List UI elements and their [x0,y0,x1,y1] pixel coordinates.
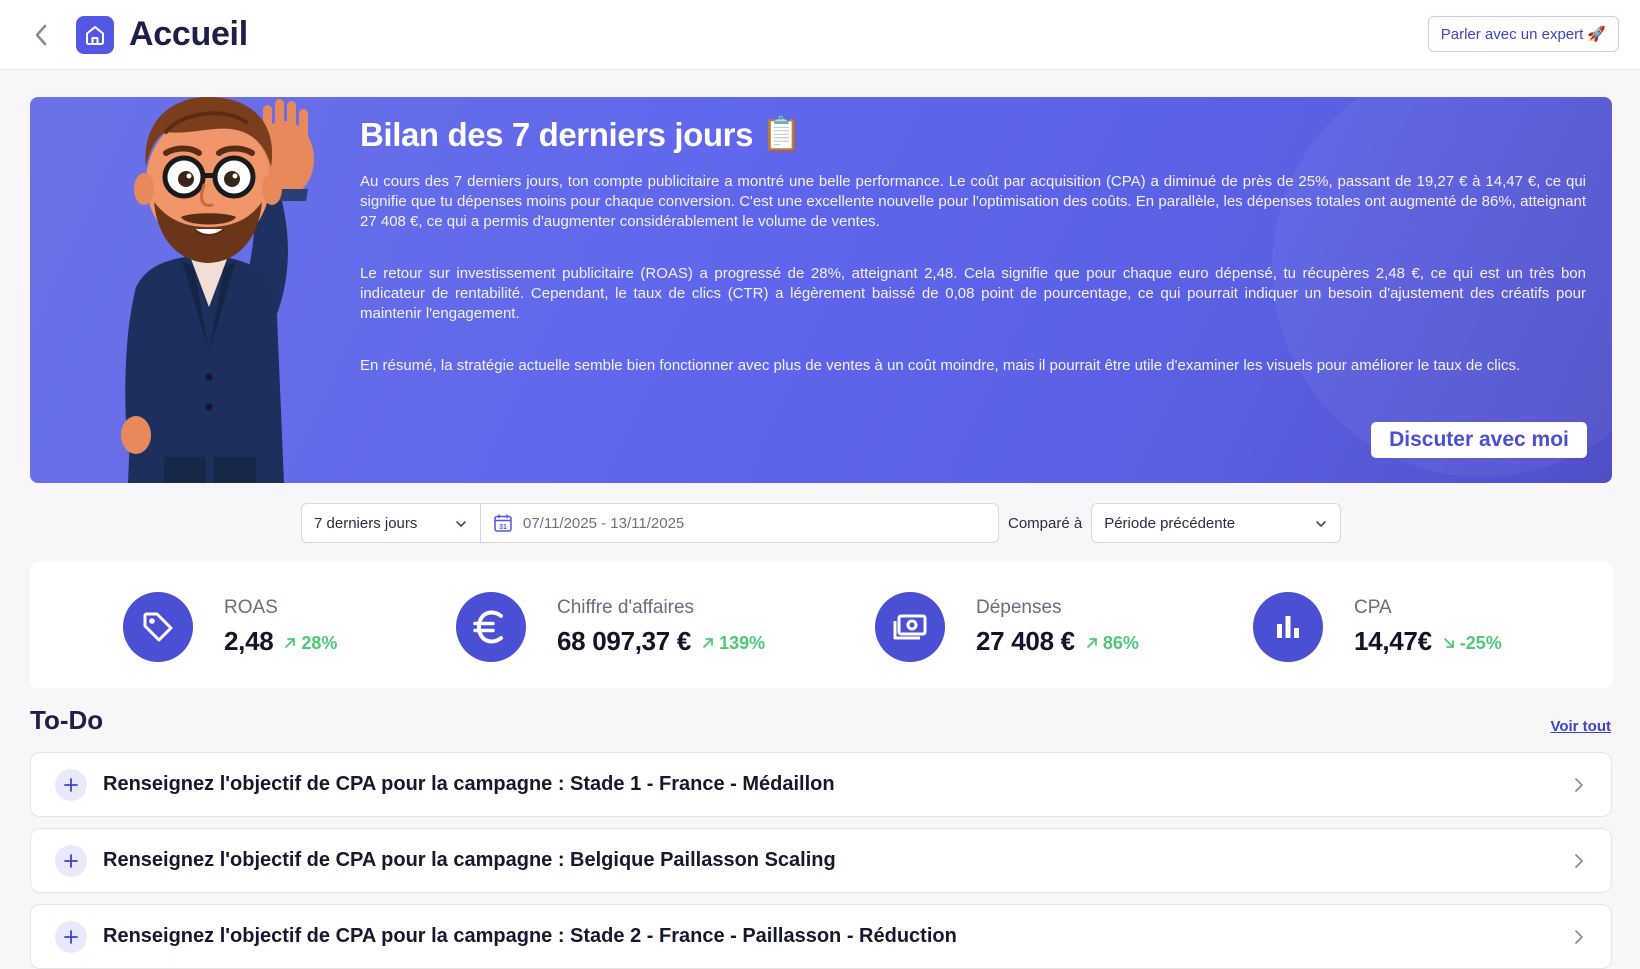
chevron-left-icon [35,24,47,45]
todo-item-text: Renseignez l'objectif de CPA pour la cam… [103,849,836,871]
arrow-up-right-icon [1086,638,1097,648]
summary-paragraph: Le retour sur investissement publicitair… [360,265,1586,322]
bar-chart-icon [1253,592,1323,662]
period-select-value: 7 derniers jours [314,514,418,532]
date-range-input[interactable]: 31 07/11/2025 - 13/11/2025 [481,503,999,543]
compare-select-value: Période précédente [1104,514,1236,532]
kpi-delta: -25% [1442,633,1502,654]
money-icon [875,592,945,662]
tag-icon [123,592,193,662]
kpi-delta: 86% [1085,633,1139,654]
todo-item[interactable]: Renseignez l'objectif de CPA pour la cam… [30,752,1612,817]
chevron-right-icon [1575,854,1583,868]
kpi-panel: ROAS 2,48 28% Chiffre d'affaires 68 097,… [30,562,1612,688]
kpi-roas: ROAS 2,48 28% [123,592,337,662]
period-select[interactable]: 7 derniers jours [301,503,481,543]
kpi-delta: 139% [701,633,765,654]
chevron-right-icon [1575,930,1583,944]
kpi-delta-value: 86% [1102,632,1139,653]
todo-item-text: Renseignez l'objectif de CPA pour la cam… [103,773,835,795]
euro-icon [456,592,526,662]
calendar-icon: 31 [493,513,513,533]
compare-select[interactable]: Période précédente [1091,503,1342,543]
todo-item[interactable]: Renseignez l'objectif de CPA pour la cam… [30,828,1612,893]
arrow-up-right-icon [703,638,713,648]
kpi-value: 68 097,37 € [557,626,692,656]
expert-button-label: Parler avec un expert [1440,25,1584,43]
plus-icon [55,768,87,801]
calendar-day: 31 [499,524,507,531]
kpi-revenue: Chiffre d'affaires 68 097,37 € 139% [456,592,765,662]
date-range-value: 07/11/2025 - 13/11/2025 [523,514,685,532]
weekly-summary-banner: Bilan des 7 derniers jours 📋 Au cours de… [30,97,1612,483]
summary-title-text: Bilan des 7 derniers jours [360,115,754,153]
compare-label: Comparé à [1008,514,1083,532]
kpi-delta-value: 28% [301,632,338,653]
kpi-delta-value: -25% [1459,632,1502,653]
chevron-down-icon [1316,521,1327,527]
home-icon [76,15,114,54]
todo-title: To-Do [30,705,104,735]
kpi-value: 27 408 € [976,626,1075,656]
plus-icon [55,920,87,953]
rocket-icon: 🚀 [1587,26,1606,43]
kpi-spend: Dépenses 27 408 € 86% [875,592,1139,662]
chat-with-me-button[interactable]: Discuter avec moi [1371,422,1587,458]
date-filters: 7 derniers jours 31 07/11/2025 - 13/11/2… [301,503,1342,543]
see-all-link[interactable]: Voir tout [1550,718,1611,735]
talk-to-expert-button[interactable]: Parler avec un expert 🚀 [1427,16,1619,52]
kpi-delta: 28% [283,633,337,654]
kpi-label: Dépenses [976,597,1062,618]
kpi-label: ROAS [224,597,278,618]
clipboard-icon: 📋 [761,115,802,152]
kpi-cpa: CPA 14,47€ -25% [1253,592,1502,662]
top-bar: Accueil Parler avec un expert 🚀 [0,0,1640,70]
todo-item[interactable]: Renseignez l'objectif de CPA pour la cam… [30,904,1612,969]
back-button[interactable] [26,20,56,50]
kpi-value: 2,48 [224,626,274,656]
summary-paragraph: Au cours des 7 derniers jours, ton compt… [360,173,1586,230]
plus-icon [55,844,87,877]
kpi-value: 14,47€ [1354,626,1432,656]
summary-content: Bilan des 7 derniers jours 📋 Au cours de… [360,115,1586,408]
kpi-delta-value: 139% [719,632,766,653]
chevron-down-icon [456,521,466,527]
kpi-label: CPA [1354,597,1392,618]
arrow-up-right-icon [285,638,296,648]
summary-title: Bilan des 7 derniers jours 📋 [360,115,1586,154]
summary-paragraph: En résumé, la stratégie actuelle semble … [360,357,1521,374]
waving-assistant-avatar [121,97,314,483]
page-title: Accueil [129,15,248,53]
chevron-right-icon [1575,778,1583,792]
kpi-label: Chiffre d'affaires [557,597,695,618]
arrow-down-right-icon [1443,638,1454,648]
todo-item-text: Renseignez l'objectif de CPA pour la cam… [103,925,957,947]
